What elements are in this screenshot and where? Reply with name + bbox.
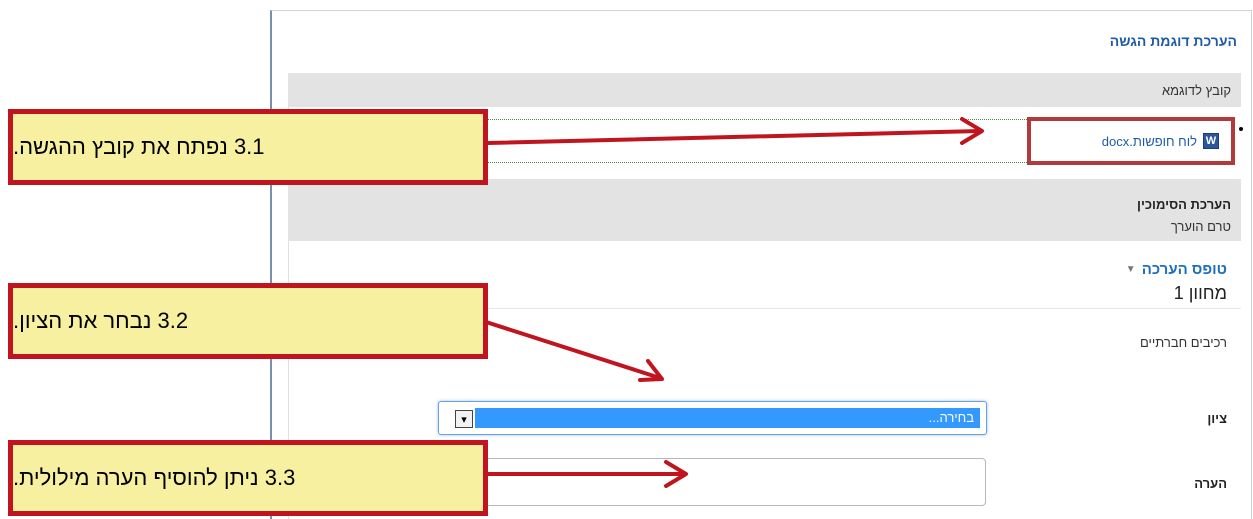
callout-add-comment: 3.3 ניתן להוסיף הערה מילולית. [8,440,488,516]
panel-title: הערכת דוגמת הגשה [1109,33,1237,49]
grading-section-title: הערכת הסימוכין [1137,197,1231,212]
rubric-level: מחוון 1 [1173,283,1227,303]
criterion-label: רכיבים חברתיים [1139,335,1227,350]
callout-text: 3.2 נבחר את הציון. [13,308,189,333]
callout-open-file: 3.1 נפתח את קובץ ההגשה. [8,109,488,185]
comment-input[interactable] [432,458,986,506]
file-highlight-box: לוח חופשות.docx W [1027,117,1235,165]
grade-select-value: בחירה... [475,408,980,428]
chevron-down-icon[interactable]: ▾ [455,410,473,428]
example-file-label: קובץ לדוגמא [1161,83,1231,98]
grading-status: טרם הוערך [1170,219,1231,234]
callout-select-grade: 3.2 נבחר את הציון. [8,283,488,359]
callout-text: 3.1 נפתח את קובץ ההגשה. [13,134,265,159]
list-bullet [1239,127,1243,131]
assessment-form-toggle[interactable]: טופס הערכה ▼ [1126,261,1227,278]
caret-down-icon: ▼ [1125,264,1136,275]
grading-section-header: הערכת הסימוכין טרם הוערך [288,179,1241,241]
grade-select[interactable]: ▾ בחירה... [438,401,987,435]
file-link[interactable]: לוח חופשות.docx [1102,134,1197,149]
example-file-header: קובץ לדוגמא [288,73,1241,107]
assessment-form-heading: טופס הערכה [1141,261,1227,278]
callout-text: 3.3 ניתן להוסיף הערה מילולית. [13,465,296,490]
grade-label: ציון [1207,411,1227,426]
comment-label: הערה [1194,476,1227,491]
word-document-icon[interactable]: W [1203,133,1219,149]
